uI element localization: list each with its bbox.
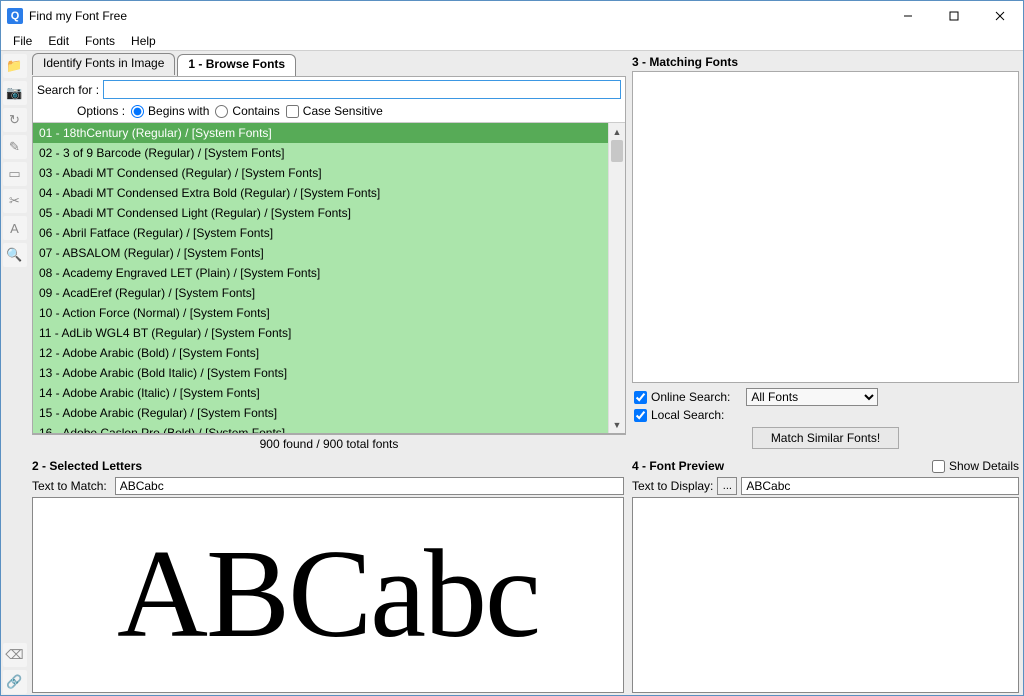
online-search-dropdown[interactable]: All Fonts <box>746 388 878 406</box>
maximize-button[interactable] <box>931 1 977 31</box>
font-list-item[interactable]: 08 - Academy Engraved LET (Plain) / [Sys… <box>33 263 608 283</box>
font-list[interactable]: 01 - 18thCentury (Regular) / [System Fon… <box>33 123 608 433</box>
options-label: Options : <box>77 104 125 118</box>
menu-edit[interactable]: Edit <box>40 32 77 50</box>
text-to-match-label: Text to Match: <box>32 479 107 493</box>
match-similar-button[interactable]: Match Similar Fonts! <box>752 427 899 449</box>
font-list-item[interactable]: 14 - Adobe Arabic (Italic) / [System Fon… <box>33 383 608 403</box>
menu-help[interactable]: Help <box>123 32 164 50</box>
font-list-item[interactable]: 10 - Action Force (Normal) / [System Fon… <box>33 303 608 323</box>
menu-fonts[interactable]: Fonts <box>77 32 123 50</box>
font-list-item[interactable]: 12 - Adobe Arabic (Bold) / [System Fonts… <box>33 343 608 363</box>
matching-fonts-list <box>632 71 1019 383</box>
scroll-down-icon[interactable]: ▼ <box>609 416 625 433</box>
search-label: Search for : <box>37 83 99 97</box>
radio-contains[interactable]: Contains <box>215 104 279 118</box>
font-list-item[interactable]: 03 - Abadi MT Condensed (Regular) / [Sys… <box>33 163 608 183</box>
font-list-item[interactable]: 15 - Adobe Arabic (Regular) / [System Fo… <box>33 403 608 423</box>
tool-undo-icon[interactable]: ⌫ <box>3 643 27 667</box>
text-to-display-input[interactable] <box>741 477 1019 495</box>
font-list-item[interactable]: 04 - Abadi MT Condensed Extra Bold (Regu… <box>33 183 608 203</box>
tool-lasso-icon[interactable]: ✎ <box>3 135 27 159</box>
text-to-display-label: Text to Display: <box>632 479 713 493</box>
tool-font-icon[interactable]: A <box>3 216 27 240</box>
font-list-item[interactable]: 02 - 3 of 9 Barcode (Regular) / [System … <box>33 143 608 163</box>
selected-title: 2 - Selected Letters <box>32 457 624 475</box>
text-display-options-button[interactable]: ... <box>717 477 737 495</box>
tool-select-icon[interactable]: ▭ <box>3 162 27 186</box>
tool-cut-icon[interactable]: ✂ <box>3 189 27 213</box>
matching-title: 3 - Matching Fonts <box>632 53 1019 71</box>
radio-begins[interactable]: Begins with <box>131 104 209 118</box>
show-details-check[interactable]: Show Details <box>932 459 1019 473</box>
local-search-check[interactable]: Local Search: <box>634 408 724 422</box>
close-button[interactable] <box>977 1 1023 31</box>
font-list-item[interactable]: 06 - Abril Fatface (Regular) / [System F… <box>33 223 608 243</box>
scrollbar[interactable]: ▲ ▼ <box>608 123 625 433</box>
tab-identify[interactable]: Identify Fonts in Image <box>32 53 175 75</box>
minimize-button[interactable] <box>885 1 931 31</box>
scroll-thumb[interactable] <box>611 140 623 162</box>
menu-file[interactable]: File <box>5 32 40 50</box>
font-list-item[interactable]: 01 - 18thCentury (Regular) / [System Fon… <box>33 123 608 143</box>
font-list-item[interactable]: 11 - AdLib WGL4 BT (Regular) / [System F… <box>33 323 608 343</box>
font-list-item[interactable]: 16 - Adobe Caslon Pro (Bold) / [System F… <box>33 423 608 433</box>
preview-title: 4 - Font Preview <box>632 457 724 475</box>
online-search-check[interactable]: Online Search: <box>634 390 730 404</box>
font-list-item[interactable]: 07 - ABSALOM (Regular) / [System Fonts] <box>33 243 608 263</box>
tool-open-icon[interactable]: 📁 <box>3 54 27 78</box>
text-to-match-input[interactable] <box>115 477 624 495</box>
check-case[interactable]: Case Sensitive <box>286 104 383 118</box>
tab-browse[interactable]: 1 - Browse Fonts <box>177 54 296 76</box>
font-list-item[interactable]: 05 - Abadi MT Condensed Light (Regular) … <box>33 203 608 223</box>
tool-rotate-icon[interactable]: ↻ <box>3 108 27 132</box>
tool-camera-icon[interactable]: 📷 <box>3 81 27 105</box>
selected-letters-preview: ABCabc <box>32 497 624 693</box>
search-input[interactable] <box>103 80 621 99</box>
tool-link-icon[interactable]: 🔗 <box>3 670 27 694</box>
status-text: 900 found / 900 total fonts <box>32 434 626 453</box>
scroll-up-icon[interactable]: ▲ <box>609 123 625 140</box>
window-title: Find my Font Free <box>29 9 885 23</box>
app-icon: Q <box>7 8 23 24</box>
font-preview-area <box>632 497 1019 693</box>
font-list-item[interactable]: 09 - AcadEref (Regular) / [System Fonts] <box>33 283 608 303</box>
font-list-item[interactable]: 13 - Adobe Arabic (Bold Italic) / [Syste… <box>33 363 608 383</box>
tool-zoom-icon[interactable]: 🔍 <box>3 243 27 267</box>
